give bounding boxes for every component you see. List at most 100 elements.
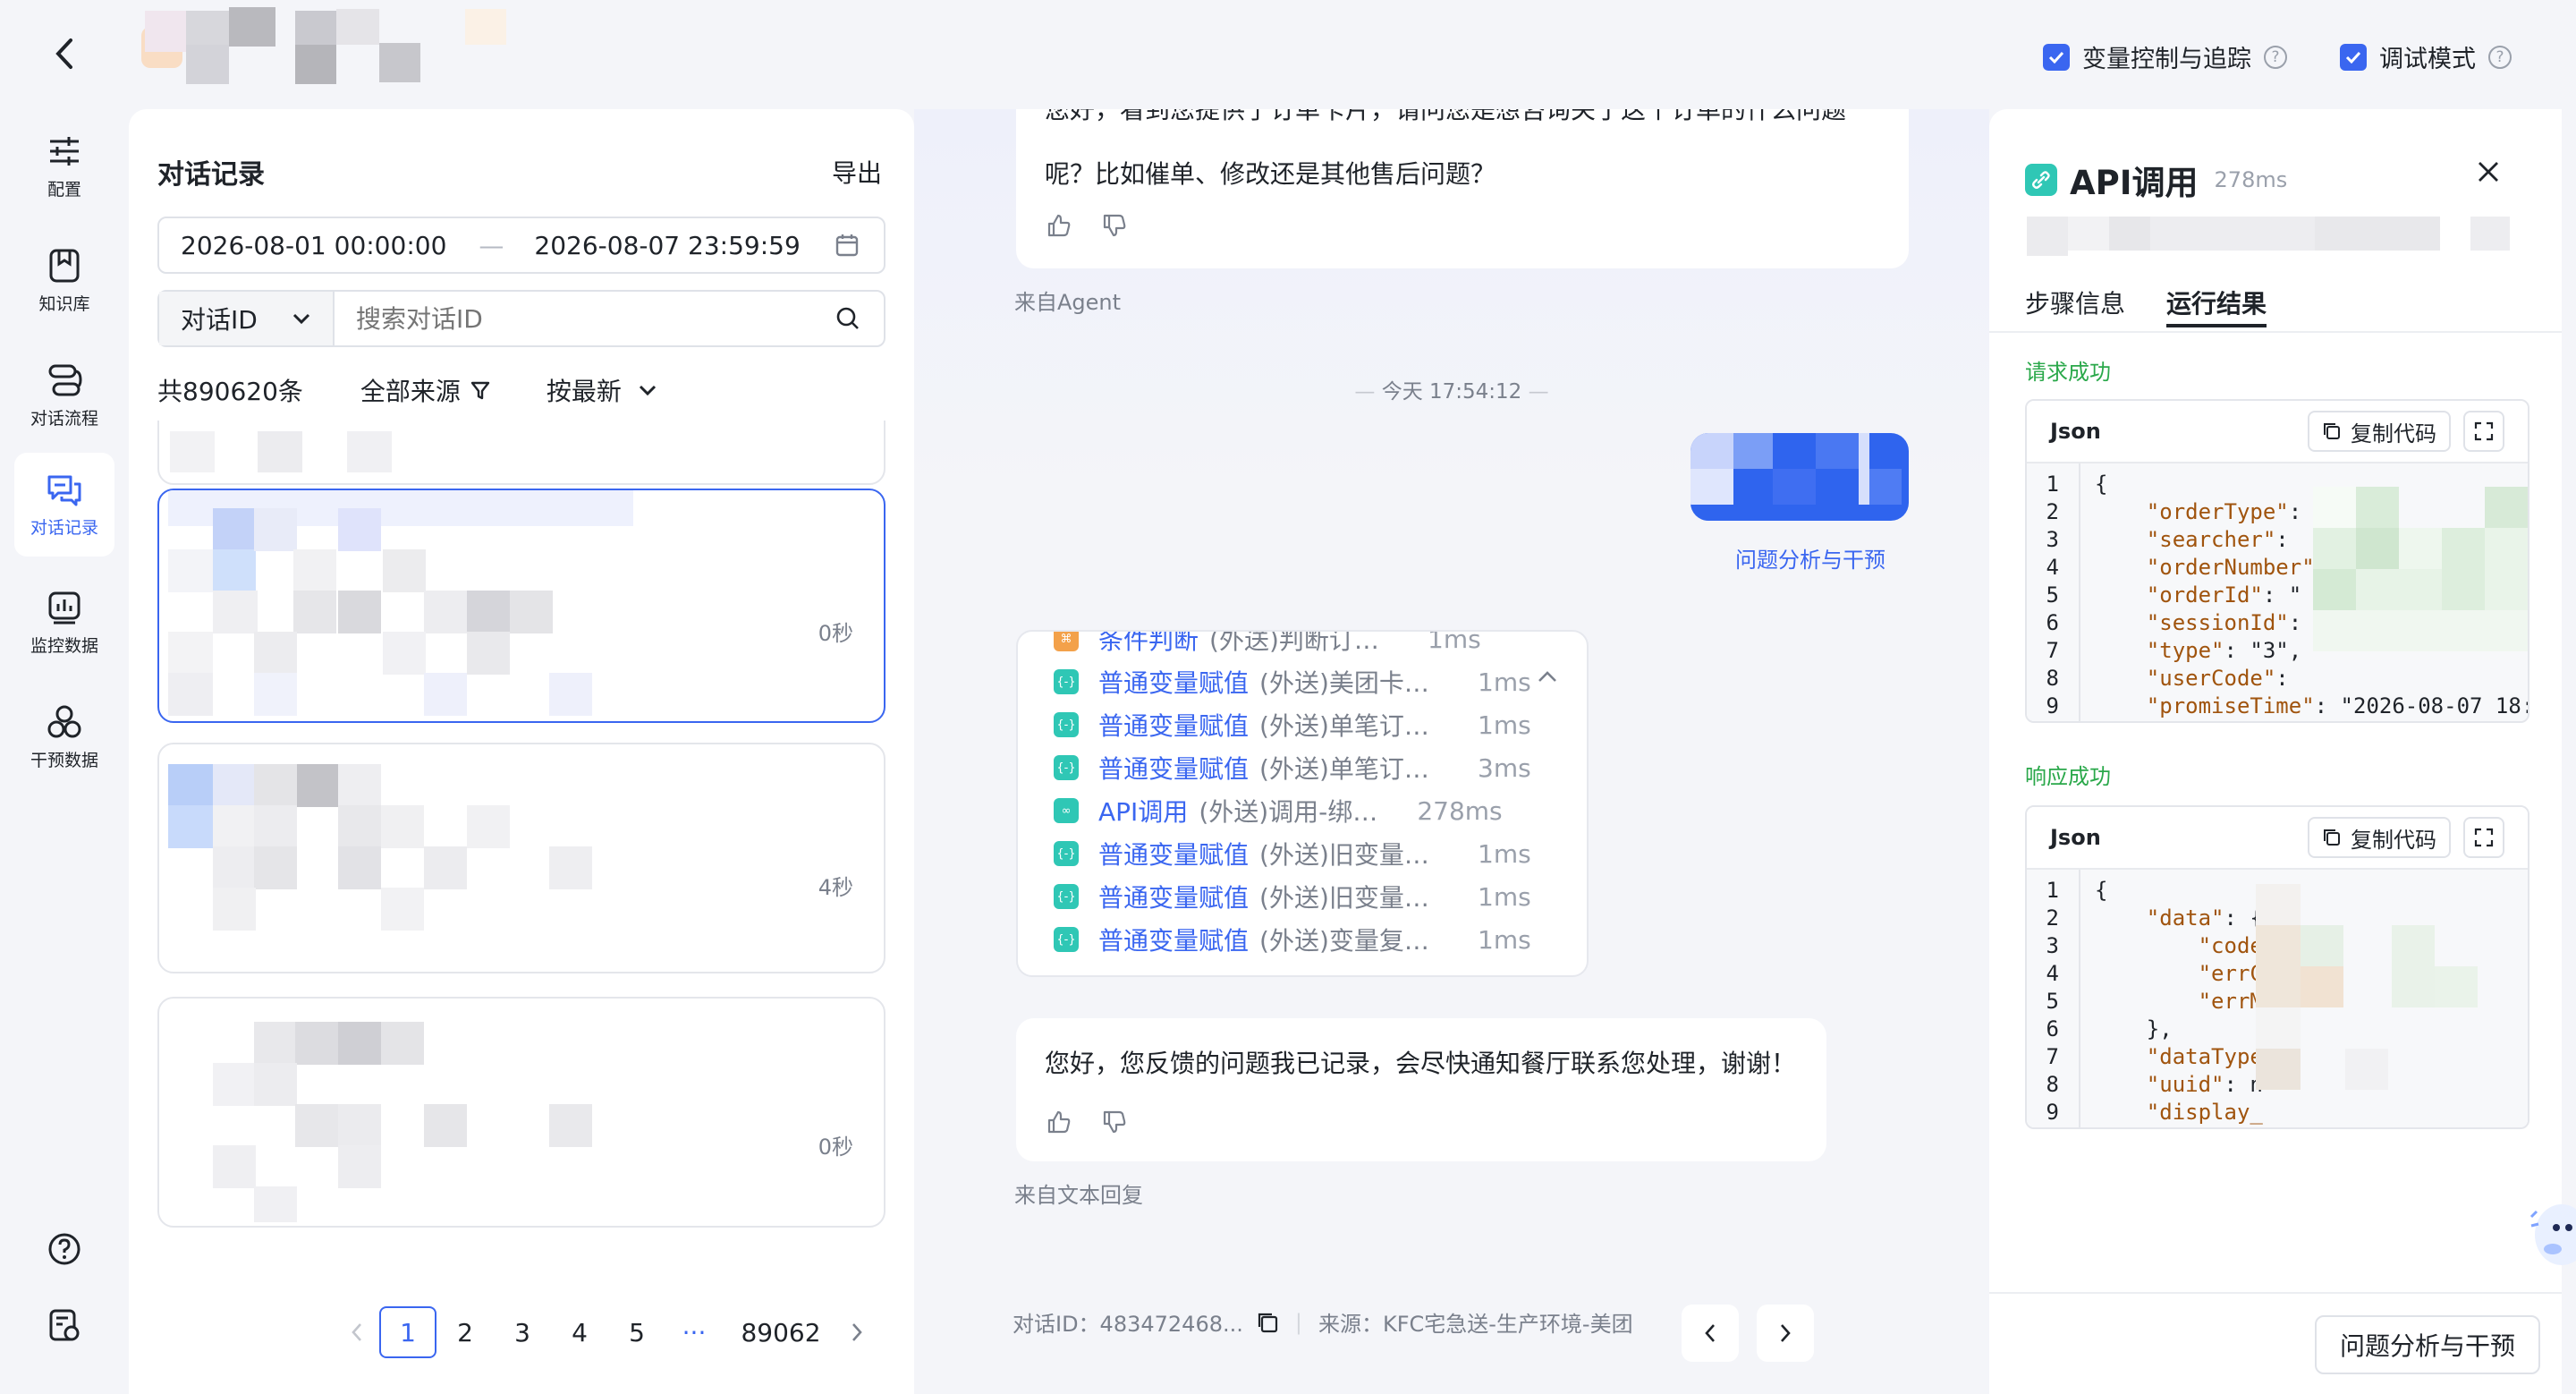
step-duration: 1ms	[1428, 630, 1481, 654]
settings-doc-button[interactable]	[47, 1308, 82, 1347]
source-filter[interactable]: 全部来源	[360, 372, 491, 408]
nav-item-knowledge[interactable]: 知识库	[14, 231, 114, 331]
line-number: 2	[2046, 499, 2059, 524]
sort-select[interactable]: 按最新	[547, 372, 657, 408]
step-row[interactable]: {-} 普通变量赋值 (外送)旧变量赋... 1ms	[1054, 879, 1531, 914]
checkbox-checked-icon[interactable]	[2043, 43, 2070, 71]
back-button[interactable]	[47, 36, 82, 72]
code-rest: :	[2275, 666, 2289, 691]
next-conversation-button[interactable]	[1757, 1305, 1814, 1362]
copy-code-button[interactable]: 复制代码	[2308, 817, 2451, 858]
conversation-duration: 4秒	[818, 875, 853, 900]
calendar-icon	[835, 234, 859, 257]
step-duration: 278ms	[1417, 795, 1503, 826]
help-circle-icon[interactable]: ?	[2488, 45, 2512, 69]
analyze-intervene-button[interactable]: 问题分析与干预	[2315, 1315, 2540, 1374]
step-name: 条件判断	[1098, 630, 1199, 655]
code-line: "uuid": n	[2095, 1071, 2263, 1099]
list-item[interactable]: 0秒	[157, 489, 886, 723]
nav-item-config[interactable]: 配置	[14, 116, 114, 217]
chat-footer: 对话ID：483472468... | 来源：KFC宅急送-生产环境-美团	[1013, 1306, 1633, 1338]
feedback-buttons	[1046, 1109, 1127, 1135]
search-type-select[interactable]: 对话ID	[159, 292, 335, 345]
footer-divider	[1989, 1292, 2562, 1294]
line-number: 6	[2046, 610, 2059, 635]
code-key: "errC	[2146, 961, 2263, 986]
page-2[interactable]: 2	[436, 1306, 494, 1358]
fullscreen-button[interactable]	[2463, 411, 2504, 452]
step-row[interactable]: {-} 普通变量赋值 (外送)变量复制... 1ms	[1054, 922, 1531, 957]
nav-item-monitoring[interactable]: 监控数据	[14, 573, 114, 673]
list-item[interactable]: 4秒	[157, 743, 886, 973]
chevron-up-icon[interactable]	[1537, 669, 1558, 684]
analyze-intervene-link[interactable]: 问题分析与干预	[1735, 542, 1885, 574]
copy-icon[interactable]	[1256, 1311, 1279, 1334]
prev-conversation-button[interactable]	[1682, 1305, 1739, 1362]
page-1[interactable]: 1	[379, 1306, 436, 1358]
code-line: "code	[2095, 932, 2263, 960]
nav-item-chat-records[interactable]: 对话记录	[14, 453, 114, 557]
page-ellipsis[interactable]: ···	[665, 1306, 723, 1358]
checkbox-checked-icon[interactable]	[2340, 43, 2367, 71]
feedback-buttons	[1046, 213, 1127, 238]
conversation-id: 对话ID：483472468...	[1013, 1312, 1243, 1337]
step-row[interactable]: {-} 普通变量赋值 (外送)美团卡片... 1ms	[1054, 664, 1531, 700]
copy-code-button[interactable]: 复制代码	[2308, 411, 2451, 452]
nav-item-flow[interactable]: 对话流程	[14, 345, 114, 446]
chevron-down-icon	[292, 313, 310, 325]
search-input[interactable]	[335, 292, 835, 345]
variable-control-toggle[interactable]: 变量控制与追踪 ?	[2043, 39, 2287, 74]
code-line: "type": "3",	[2095, 637, 2301, 665]
search-icon[interactable]	[835, 306, 860, 331]
detail-title: API调用	[2070, 164, 2199, 202]
step-row[interactable]: ⌘ 条件判断 (外送)判断订单卡片... 1ms	[1054, 630, 1481, 657]
close-button[interactable]	[2476, 159, 2501, 188]
prev-page-button[interactable]	[335, 1306, 379, 1358]
step-row[interactable]: ∞ API调用 (外送)调用-绑定订... 278ms	[1054, 793, 1503, 829]
page-3[interactable]: 3	[494, 1306, 551, 1358]
assistant-mascot-icon[interactable]	[2526, 1199, 2576, 1267]
step-row[interactable]: {-} 普通变量赋值 (外送)单笔订单... 1ms	[1054, 707, 1531, 743]
next-page-button[interactable]	[839, 1306, 875, 1358]
date-start[interactable]: 2026-08-01 00:00:00	[181, 231, 446, 260]
code-key: "userCode"	[2146, 666, 2276, 691]
app-title-redacted	[129, 4, 513, 84]
thumbs-up-icon[interactable]	[1046, 1109, 1072, 1135]
tab-run-result[interactable]: 运行结果	[2166, 285, 2267, 320]
date-range-picker[interactable]: 2026-08-01 00:00:00 — 2026-08-07 23:59:5…	[157, 217, 886, 274]
page-4[interactable]: 4	[551, 1306, 608, 1358]
thumbs-up-icon[interactable]	[1046, 213, 1072, 238]
tab-step-info[interactable]: 步骤信息	[2025, 285, 2125, 320]
fullscreen-button[interactable]	[2463, 817, 2504, 858]
conversation-duration: 0秒	[818, 621, 853, 646]
code-line: {	[2095, 471, 2107, 498]
help-button[interactable]	[47, 1231, 82, 1271]
pagination: 1 2 3 4 5 ··· 89062	[335, 1306, 875, 1358]
list-item[interactable]	[157, 421, 886, 485]
thumbs-down-icon[interactable]	[1102, 213, 1127, 238]
condition-icon: ⌘	[1054, 632, 1079, 651]
date-end[interactable]: 2026-08-07 23:59:59	[534, 231, 800, 260]
code-key: "errM	[2146, 989, 2263, 1014]
step-name: API调用	[1098, 797, 1189, 827]
detail-header: API调用 278ms	[2025, 156, 2287, 204]
help-circle-icon[interactable]: ?	[2264, 45, 2287, 69]
panel-title: 对话记录	[157, 159, 265, 191]
agent-message: 您好，看到您提供了订单卡片，请问您是想咨询关于这个订单的什么问题 呢？比如催单、…	[1016, 109, 1909, 268]
step-row[interactable]: {-} 普通变量赋值 (外送)旧变量赋... 1ms	[1054, 836, 1531, 871]
step-row[interactable]: {-} 普通变量赋值 (外送)单笔订单... 3ms	[1054, 750, 1531, 786]
source-filter-label: 全部来源	[360, 377, 461, 406]
page-5[interactable]: 5	[608, 1306, 665, 1358]
thumbs-down-icon[interactable]	[1102, 1109, 1127, 1135]
search-bar: 对话ID	[157, 290, 886, 347]
step-duration: 1ms	[1478, 881, 1531, 912]
debug-mode-toggle[interactable]: 调试模式 ?	[2340, 39, 2512, 74]
list-item[interactable]: 0秒	[157, 997, 886, 1228]
page-last[interactable]: 89062	[723, 1306, 839, 1358]
nav-item-intervention[interactable]: 干预数据	[14, 687, 114, 787]
variable-assign-icon: {-}	[1054, 927, 1079, 952]
detail-subtitle-redacted	[2027, 215, 2510, 258]
filter-row: 共890620条 全部来源 按最新	[157, 372, 886, 408]
export-link[interactable]: 导出	[832, 154, 882, 190]
redacted-content	[159, 744, 687, 972]
